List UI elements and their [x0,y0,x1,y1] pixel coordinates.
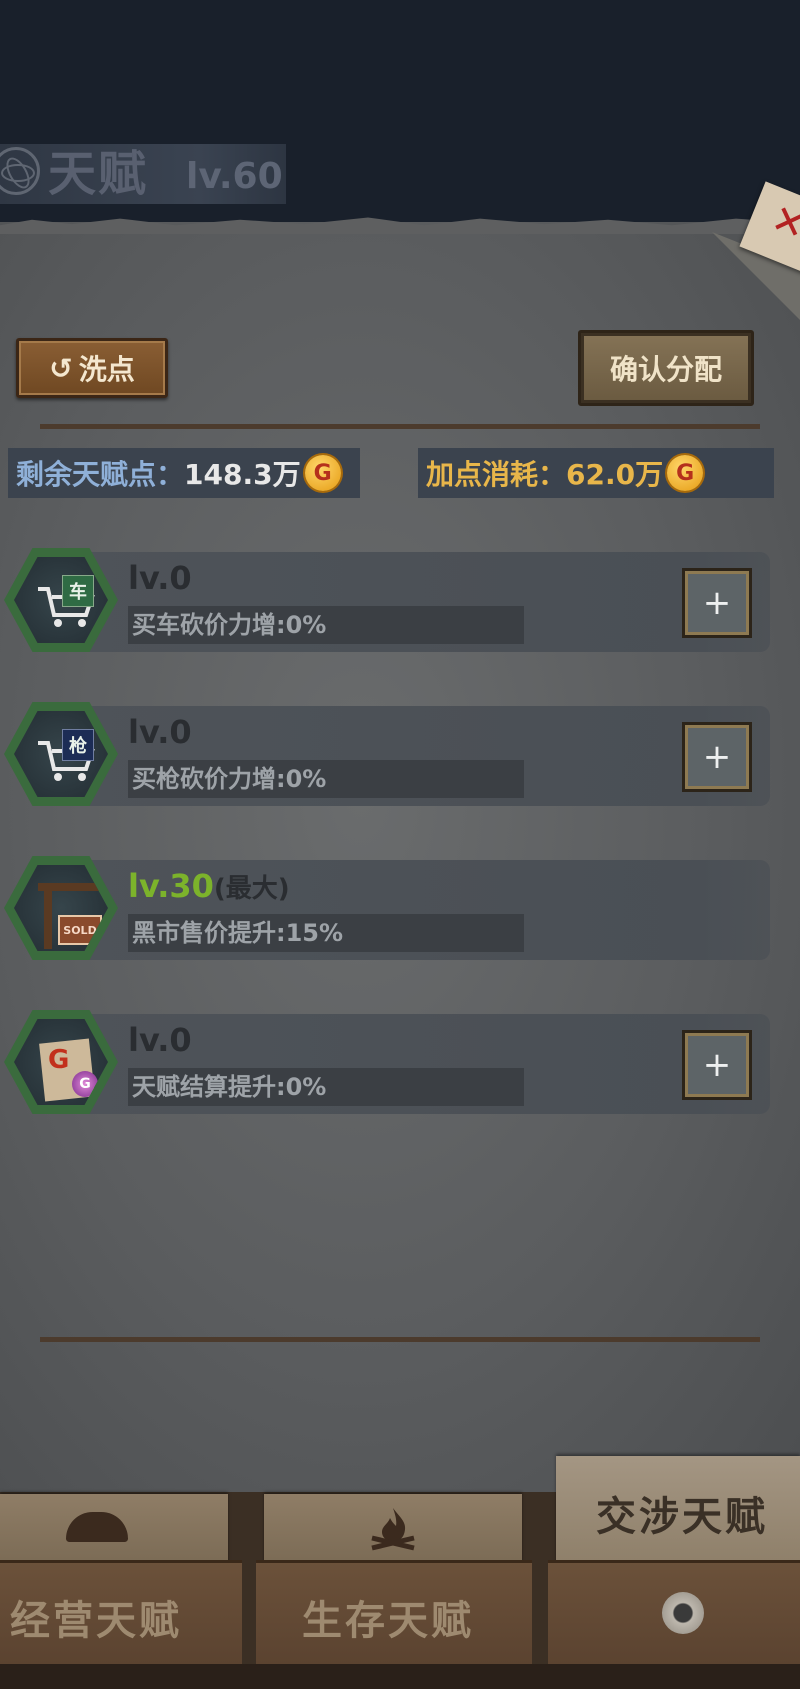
talent-level: lv.0 [128,713,192,751]
add-point-button[interactable]: + [682,1030,752,1100]
remaining-value: 148.3万 [184,458,301,491]
talent-level: lv.60 [186,156,283,197]
cost-value: 62.0万 [566,458,664,491]
talent-level: lv.30(最大) [128,866,290,909]
page-title: 天赋 [48,146,149,202]
remaining-label: 剩余天赋点： [16,458,185,491]
reset-label: 洗点 [78,353,135,386]
campfire-icon [371,1508,415,1551]
tab-operate-label: 经营天赋 [10,1598,182,1644]
talent-description: 黑市售价提升:15% [132,919,344,947]
selected-indicator-icon [662,1592,704,1634]
remaining-points-bar: 剩余天赋点： 148.3万 G [8,448,360,498]
talent-description: 买车砍价力增:0% [132,611,327,639]
add-point-button[interactable]: + [682,722,752,792]
talent-row: 车 lv.0 买车砍价力增:0% + [0,548,800,658]
talent-description: 买枪砍价力增:0% [132,765,327,793]
max-level-value: lv.30 [128,867,214,905]
coin-icon: G [304,455,341,491]
paper-g-mark: G [48,1045,70,1075]
cost-label: 加点消耗： [426,458,567,491]
tab-survive-label: 生存天赋 [302,1598,474,1644]
tab-negotiate-label: 交涉天赋 [596,1494,768,1540]
talent-row: G G lv.0 天赋结算提升:0% + [0,1010,800,1120]
talent-row: 枪 lv.0 买枪砍价力增:0% + [0,702,800,812]
bottom-strip [0,1664,800,1689]
coin-icon: G [667,455,704,491]
confirm-allocation-button[interactable]: 确认分配 [578,330,754,406]
coin-icon: G [72,1071,98,1097]
max-level-tag: (最大) [213,874,290,904]
talent-description: 天赋结算提升:0% [132,1073,327,1101]
talent-level: lv.0 [128,559,192,597]
confirm-label: 确认分配 [609,353,722,386]
sold-tag: SOLD [58,915,102,945]
reset-icon: ↺ [49,351,73,385]
add-point-button[interactable]: + [682,568,752,638]
talent-row: SOLD lv.30(最大) 黑市售价提升:15% [0,856,800,966]
talent-level: lv.0 [128,1021,192,1059]
cost-bar: 加点消耗： 62.0万 G [418,448,774,498]
cart-tag: 车 [62,575,94,607]
divider [40,1337,760,1342]
divider [40,424,760,429]
cart-tag: 枪 [62,729,94,761]
reset-points-button[interactable]: ↺ 洗点 [16,338,168,398]
